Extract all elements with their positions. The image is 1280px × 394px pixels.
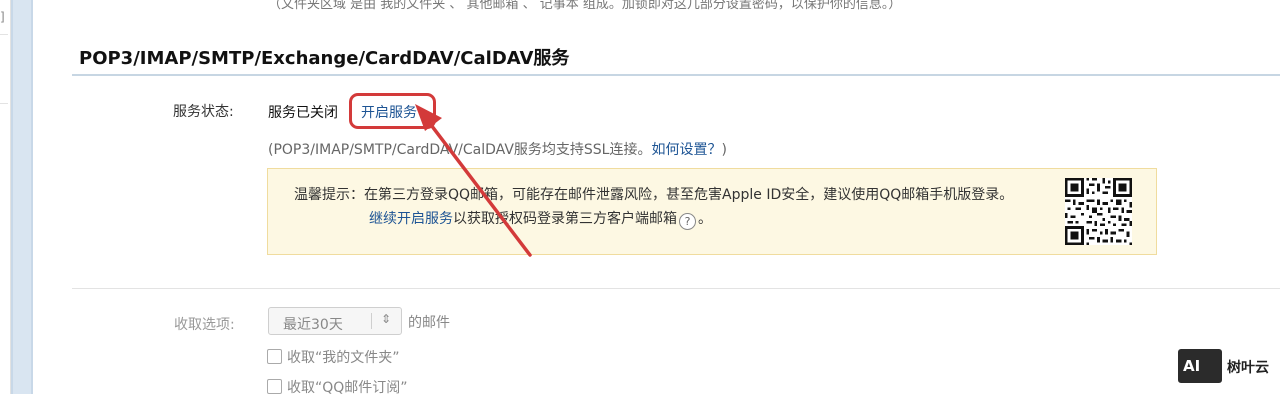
left-edge-tick [0,103,8,104]
section-title: POP3/IMAP/SMTP/Exchange/CardDAV/CalDAV服务 [79,48,570,69]
auth-code-text-end: 。 [698,211,712,227]
left-sidebar-border-inner [13,0,31,394]
section-divider [72,74,1280,76]
auth-code-text: 以获取授权码登录第三方客户端邮箱 [453,211,677,227]
warning-tip-text: 温馨提示：在第三方登录QQ邮箱，可能存在邮件泄露风险，甚至危害Apple ID安… [294,187,1014,203]
open-service-link[interactable]: 开启服务 [361,102,417,122]
service-status-label: 服务状态: [173,104,234,120]
how-to-setup-link[interactable]: 如何设置？ [651,142,721,158]
fetch-my-folders-checkbox[interactable] [267,349,282,364]
left-edge-tick [0,34,8,35]
left-edge-bracket: ] [0,10,5,24]
watermark-text: 树叶云 [1227,360,1269,376]
left-edge-panel: ] [0,0,11,394]
warning-tip-action: 继续开启服务以获取授权码登录第三方客户端邮箱?。 [369,208,712,230]
ssl-note-close: ) [721,142,727,158]
select-separator [371,313,372,329]
folder-lock-note: （文件夹区域 是由 我的文件夹 、 其他邮箱 、 记事本 组成。加锁即对这几部分… [268,0,902,12]
ssl-note-text: (POP3/IMAP/SMTP/CardDAV/CalDAV服务均支持SSL连接… [268,142,652,158]
fetch-range-value: 最近30天 [283,317,343,333]
fetch-qq-subscription-label: 收取“QQ邮件订阅” [287,380,408,394]
section-separator [72,288,1280,289]
fetch-range-select[interactable]: 最近30天 ⇕ [268,307,402,335]
fetch-options-label: 收取选项: [174,317,235,333]
fetch-qq-subscription-checkbox-row[interactable]: 收取“QQ邮件订阅” [267,377,408,394]
fetch-qq-subscription-checkbox[interactable] [267,379,282,394]
fetch-range-suffix: 的邮件 [408,315,450,331]
page: ] （文件夹区域 是由 我的文件夹 、 其他邮箱 、 记事本 组成。加锁即对这几… [0,0,1280,394]
watermark-logo: AI [1178,349,1222,383]
service-status-value: 服务已关闭 [268,105,338,121]
warning-tip-box: 温馨提示：在第三方登录QQ邮箱，可能存在邮件泄露风险，甚至危害Apple ID安… [267,168,1157,255]
continue-open-service-link[interactable]: 继续开启服务 [369,211,453,227]
select-arrows-icon: ⇕ [381,312,392,326]
ssl-note: (POP3/IMAP/SMTP/CardDAV/CalDAV服务均支持SSL连接… [268,139,727,159]
fetch-my-folders-checkbox-row[interactable]: 收取“我的文件夹” [267,347,400,367]
fetch-my-folders-label: 收取“我的文件夹” [287,350,400,366]
qr-code-icon [1065,178,1132,245]
question-mark-icon[interactable]: ? [679,213,696,230]
